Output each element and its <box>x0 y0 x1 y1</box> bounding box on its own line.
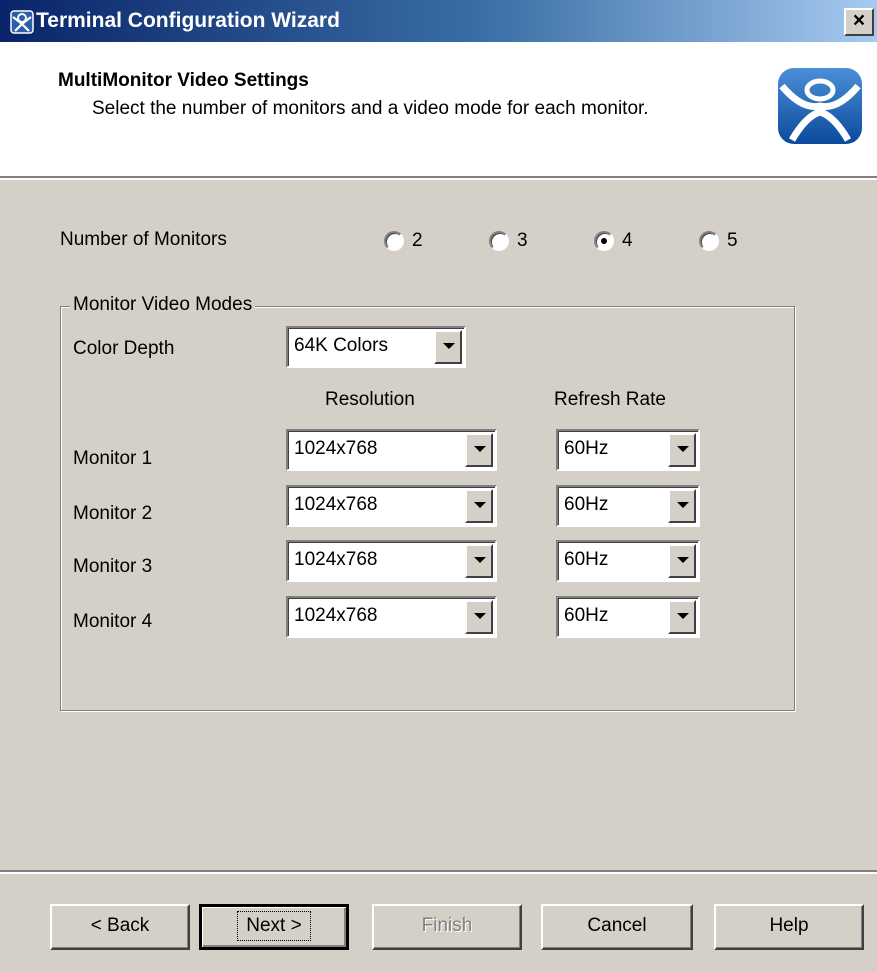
color-depth-select[interactable]: 64K Colors <box>286 326 466 368</box>
refresh-value: 60Hz <box>564 605 609 626</box>
refresh-value: 60Hz <box>564 549 609 570</box>
monitor-1-refresh-select[interactable]: 60Hz <box>556 429 700 471</box>
finish-button[interactable]: Finish <box>372 904 522 950</box>
monitor-label: Monitor 3 <box>73 556 153 577</box>
monitor-2-resolution-select[interactable]: 1024x768 <box>286 485 497 527</box>
monitor-label: Monitor 4 <box>73 611 153 632</box>
next-button-label: Next > <box>237 911 311 941</box>
monitor-1-resolution-select[interactable]: 1024x768 <box>286 429 497 471</box>
radio-label: 4 <box>622 230 633 251</box>
chevron-down-icon[interactable] <box>668 433 696 467</box>
resolution-value: 1024x768 <box>294 438 378 459</box>
window-title: Terminal Configuration Wizard <box>36 9 340 32</box>
refresh-rate-header: Refresh Rate <box>554 389 666 410</box>
chevron-down-icon[interactable] <box>465 544 493 578</box>
radio-label: 2 <box>412 230 423 251</box>
radio-dot <box>601 238 607 244</box>
color-depth-label: Color Depth <box>73 338 175 359</box>
radio-circle-selected[interactable] <box>594 231 614 251</box>
footer-divider-highlight <box>0 872 877 874</box>
monitors-radio-5[interactable]: 5 <box>699 229 738 253</box>
radio-label: 5 <box>727 230 738 251</box>
color-depth-value: 64K Colors <box>294 335 388 356</box>
monitors-count-label: Number of Monitors <box>60 229 227 250</box>
back-button[interactable]: < Back <box>50 904 190 950</box>
resolution-value: 1024x768 <box>294 494 378 515</box>
monitor-3-resolution-select[interactable]: 1024x768 <box>286 540 497 582</box>
chevron-down-icon[interactable] <box>668 600 696 634</box>
monitor-label: Monitor 2 <box>73 503 153 524</box>
close-button[interactable]: × <box>844 8 874 36</box>
header-divider-highlight <box>0 178 877 180</box>
monitor-2-refresh-select[interactable]: 60Hz <box>556 485 700 527</box>
chevron-down-icon[interactable] <box>465 600 493 634</box>
monitor-4-resolution-select[interactable]: 1024x768 <box>286 596 497 638</box>
chevron-down-icon[interactable] <box>668 544 696 578</box>
monitors-radio-4[interactable]: 4 <box>594 229 633 253</box>
radio-circle[interactable] <box>699 231 719 251</box>
chevron-down-icon[interactable] <box>434 330 462 364</box>
video-modes-group-label: Monitor Video Modes <box>70 294 256 316</box>
thinmanager-logo-icon <box>778 68 862 144</box>
radio-label: 3 <box>517 230 528 251</box>
refresh-value: 60Hz <box>564 438 609 459</box>
page-title: MultiMonitor Video Settings <box>58 70 309 91</box>
monitor-3-refresh-select[interactable]: 60Hz <box>556 540 700 582</box>
monitors-radio-3[interactable]: 3 <box>489 229 528 253</box>
chevron-down-icon[interactable] <box>668 489 696 523</box>
radio-circle[interactable] <box>384 231 404 251</box>
cancel-button[interactable]: Cancel <box>541 904 693 950</box>
refresh-value: 60Hz <box>564 494 609 515</box>
monitor-4-refresh-select[interactable]: 60Hz <box>556 596 700 638</box>
resolution-value: 1024x768 <box>294 549 378 570</box>
resolution-value: 1024x768 <box>294 605 378 626</box>
chevron-down-icon[interactable] <box>465 489 493 523</box>
app-icon <box>10 10 34 34</box>
next-button[interactable]: Next > <box>199 904 349 950</box>
radio-circle[interactable] <box>489 231 509 251</box>
monitors-radio-2[interactable]: 2 <box>384 229 423 253</box>
monitor-label: Monitor 1 <box>73 448 153 469</box>
resolution-header: Resolution <box>325 389 415 410</box>
help-button[interactable]: Help <box>714 904 864 950</box>
page-description: Select the number of monitors and a vide… <box>92 98 649 119</box>
chevron-down-icon[interactable] <box>465 433 493 467</box>
